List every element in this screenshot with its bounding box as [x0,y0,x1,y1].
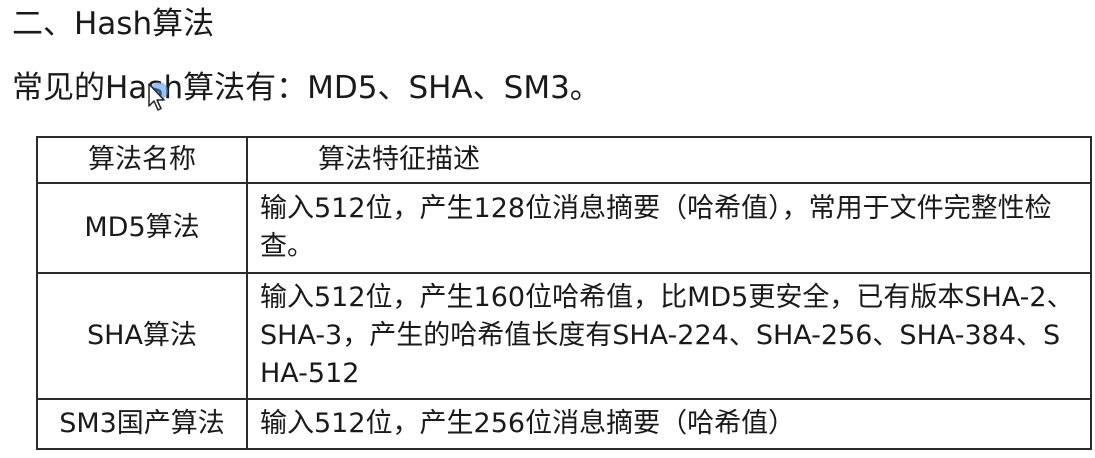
table-header-row: 算法名称 算法特征描述 [36,136,1092,184]
mouse-pointer-icon [148,82,168,111]
table-row: SM3国产算法 输入512位，产生256位消息摘要（哈希值） [36,398,1092,450]
table-row: MD5算法 输入512位，产生128位消息摘要（哈希值），常用于文件完整性检查。 [36,182,1092,274]
hash-algorithm-table: 算法名称 算法特征描述 MD5算法 输入512位，产生128位消息摘要（哈希值）… [36,136,1092,450]
algorithm-description-cell: 输入512位，产生256位消息摘要（哈希值） [246,398,1092,450]
algorithm-name-cell: SHA算法 [36,272,248,400]
intro-text: 常见的Hash算法有：MD5、SHA、SM3。 [12,70,601,106]
algorithm-description-cell: 输入512位，产生128位消息摘要（哈希值），常用于文件完整性检查。 [246,182,1092,274]
header-algorithm-description: 算法特征描述 [246,136,1092,184]
algorithm-name-cell: SM3国产算法 [36,398,248,450]
algorithm-description-cell: 输入512位，产生160位哈希值，比MD5更安全，已有版本SHA-2、SHA-3… [246,272,1092,400]
algorithm-name-cell: MD5算法 [36,182,248,274]
table-row: SHA算法 输入512位，产生160位哈希值，比MD5更安全，已有版本SHA-2… [36,272,1092,400]
header-algorithm-name: 算法名称 [36,136,248,184]
section-title: 二、Hash算法 [12,6,215,42]
